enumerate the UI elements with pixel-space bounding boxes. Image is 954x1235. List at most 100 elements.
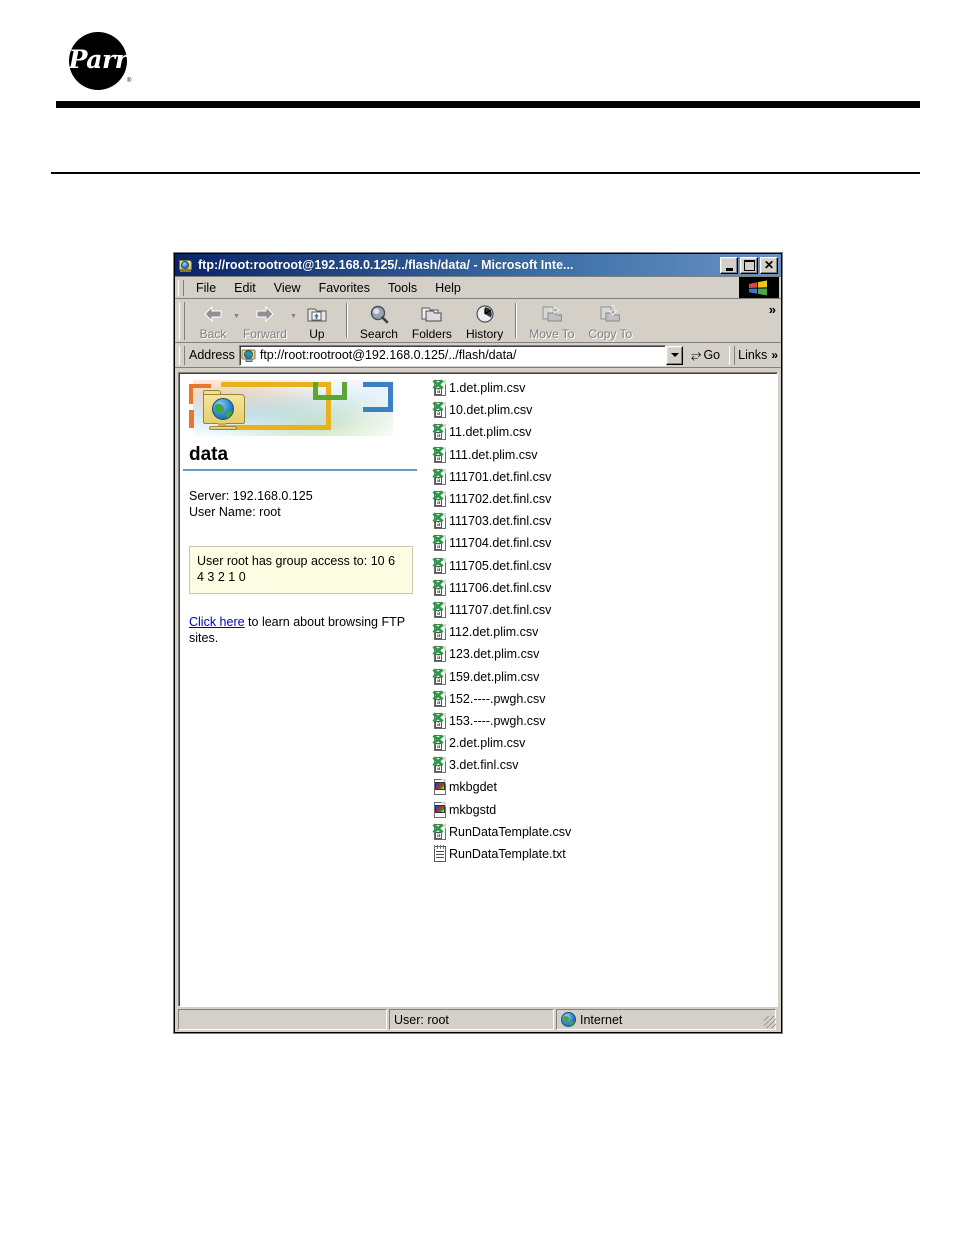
file-list-item[interactable]: a 111702.det.finl.csv [431, 488, 777, 510]
search-button[interactable]: Search [353, 299, 405, 342]
folders-button[interactable]: Folders [405, 299, 459, 342]
csv-file-icon: a [431, 645, 448, 663]
csv-file-icon: a [431, 446, 448, 464]
status-bar: User: root Internet [178, 1009, 778, 1030]
file-name: 10.det.plim.csv [449, 403, 533, 418]
resize-grip[interactable] [764, 1016, 776, 1028]
file-name: mkbgstd [449, 802, 497, 817]
history-clock-icon [473, 302, 497, 326]
menu-item-edit[interactable]: Edit [225, 279, 265, 297]
file-list-item[interactable]: a 159.det.plim.csv [431, 665, 777, 687]
history-button[interactable]: History [459, 299, 510, 342]
move-to-icon [540, 302, 564, 326]
file-list-item[interactable]: a 1.det.plim.csv [431, 377, 777, 399]
csv-file-icon: a [431, 490, 448, 508]
file-name: mkbgdet [449, 780, 497, 795]
menu-bar: File Edit View Favorites Tools Help [175, 277, 781, 299]
copy-to-button[interactable]: Copy To [581, 299, 639, 342]
file-list-item[interactable]: mkbgstd [431, 799, 777, 821]
file-list-item[interactable]: a 111706.det.finl.csv [431, 577, 777, 599]
links-gripper[interactable] [729, 345, 736, 365]
close-button[interactable]: ✕ [760, 256, 778, 274]
move-to-button[interactable]: Move To [522, 299, 581, 342]
file-list-item[interactable]: a 2.det.plim.csv [431, 732, 777, 754]
menu-item-favorites[interactable]: Favorites [310, 279, 379, 297]
title-bar: ftp://root:rootroot@192.168.0.125/../fla… [175, 254, 781, 277]
addressbar-gripper[interactable] [179, 345, 185, 365]
links-label[interactable]: Links [738, 348, 767, 362]
file-name: 2.det.plim.csv [449, 736, 526, 751]
file-list-item[interactable]: a 111701.det.finl.csv [431, 466, 777, 488]
file-name: 111704.det.finl.csv [449, 536, 552, 551]
file-list-item[interactable]: mkbgdet [431, 776, 777, 798]
menu-item-tools[interactable]: Tools [379, 279, 426, 297]
file-list-item[interactable]: a 3.det.finl.csv [431, 754, 777, 776]
copy-to-icon [598, 302, 622, 326]
file-list-item[interactable]: a RunDataTemplate.csv [431, 821, 777, 843]
up-button[interactable]: Up [293, 299, 341, 342]
file-list-item[interactable]: a 111704.det.finl.csv [431, 532, 777, 554]
address-input[interactable]: ftp://root:rootroot@192.168.0.125/../fla… [238, 344, 667, 366]
status-left-cell [178, 1009, 387, 1030]
forward-button[interactable]: Forward [236, 299, 294, 342]
menu-gripper[interactable] [178, 279, 184, 296]
search-label: Search [359, 326, 398, 341]
file-name: 123.det.plim.csv [449, 647, 540, 662]
header-rule-thin [51, 172, 920, 174]
csv-file-icon: a [431, 690, 448, 708]
file-list-item[interactable]: a 112.det.plim.csv [431, 621, 777, 643]
click-here-link[interactable]: Click here [189, 615, 245, 629]
move-to-label: Move To [529, 326, 575, 341]
file-name: 3.det.finl.csv [449, 758, 519, 773]
file-name: 111701.det.finl.csv [449, 469, 552, 484]
search-icon [367, 302, 391, 326]
csv-file-icon: a [431, 712, 448, 730]
file-list-item[interactable]: RunDataTemplate.txt [431, 843, 777, 865]
status-zone-cell: Internet [556, 1009, 776, 1030]
file-name: 111.det.plim.csv [449, 447, 538, 462]
file-list-item[interactable]: a 111.det.plim.csv [431, 444, 777, 466]
tool-bar: Back ▼ Forward ▼ Up Search Folders Histo… [175, 299, 781, 343]
page-title: data [189, 444, 229, 465]
windows-flag-icon[interactable] [739, 277, 779, 298]
binary-file-icon [431, 778, 448, 796]
menu-item-help[interactable]: Help [426, 279, 470, 297]
menu-item-file[interactable]: File [187, 279, 225, 297]
toolbar-overflow-chevron[interactable]: » [769, 302, 776, 317]
go-button[interactable]: ⥂ Go [685, 347, 726, 363]
csv-file-icon: a [431, 512, 448, 530]
up-label: Up [309, 326, 325, 341]
back-button[interactable]: Back [189, 299, 237, 342]
file-list-item[interactable]: a 10.det.plim.csv [431, 399, 777, 421]
folders-icon [420, 302, 444, 326]
csv-file-icon: a [431, 756, 448, 774]
file-name: 153.----.pwgh.csv [449, 713, 546, 728]
file-list-item[interactable]: a 111707.det.finl.csv [431, 599, 777, 621]
file-name: 1.det.plim.csv [449, 381, 526, 396]
csv-file-icon: a [431, 557, 448, 575]
file-list-item[interactable]: a 152.----.pwgh.csv [431, 688, 777, 710]
csv-file-icon: a [431, 534, 448, 552]
text-file-icon [431, 845, 448, 863]
file-list-item[interactable]: a 111705.det.finl.csv [431, 555, 777, 577]
go-arrow-icon: ⥂ [691, 347, 702, 362]
file-name: RunDataTemplate.csv [449, 824, 572, 839]
links-overflow-chevron[interactable]: » [771, 348, 778, 362]
file-name: 11.det.plim.csv [449, 425, 532, 440]
status-zone-label: Internet [580, 1012, 623, 1027]
ftp-folder-globe-icon [183, 376, 423, 442]
minimize-button[interactable] [720, 256, 738, 274]
file-name: 159.det.plim.csv [449, 669, 540, 684]
folder-globe-glyph [201, 390, 249, 432]
banner-bracket-green [313, 382, 347, 400]
logo-registered-mark: ® [127, 78, 132, 84]
toolbar-gripper[interactable] [179, 302, 185, 340]
file-name: 111705.det.finl.csv [449, 558, 552, 573]
file-list-item[interactable]: a 11.det.plim.csv [431, 421, 777, 443]
maximize-button[interactable] [740, 256, 758, 274]
file-list-item[interactable]: a 153.----.pwgh.csv [431, 710, 777, 732]
file-list-item[interactable]: a 123.det.plim.csv [431, 643, 777, 665]
file-list-item[interactable]: a 111703.det.finl.csv [431, 510, 777, 532]
chevron-down-icon[interactable] [666, 345, 684, 365]
menu-item-view[interactable]: View [265, 279, 310, 297]
